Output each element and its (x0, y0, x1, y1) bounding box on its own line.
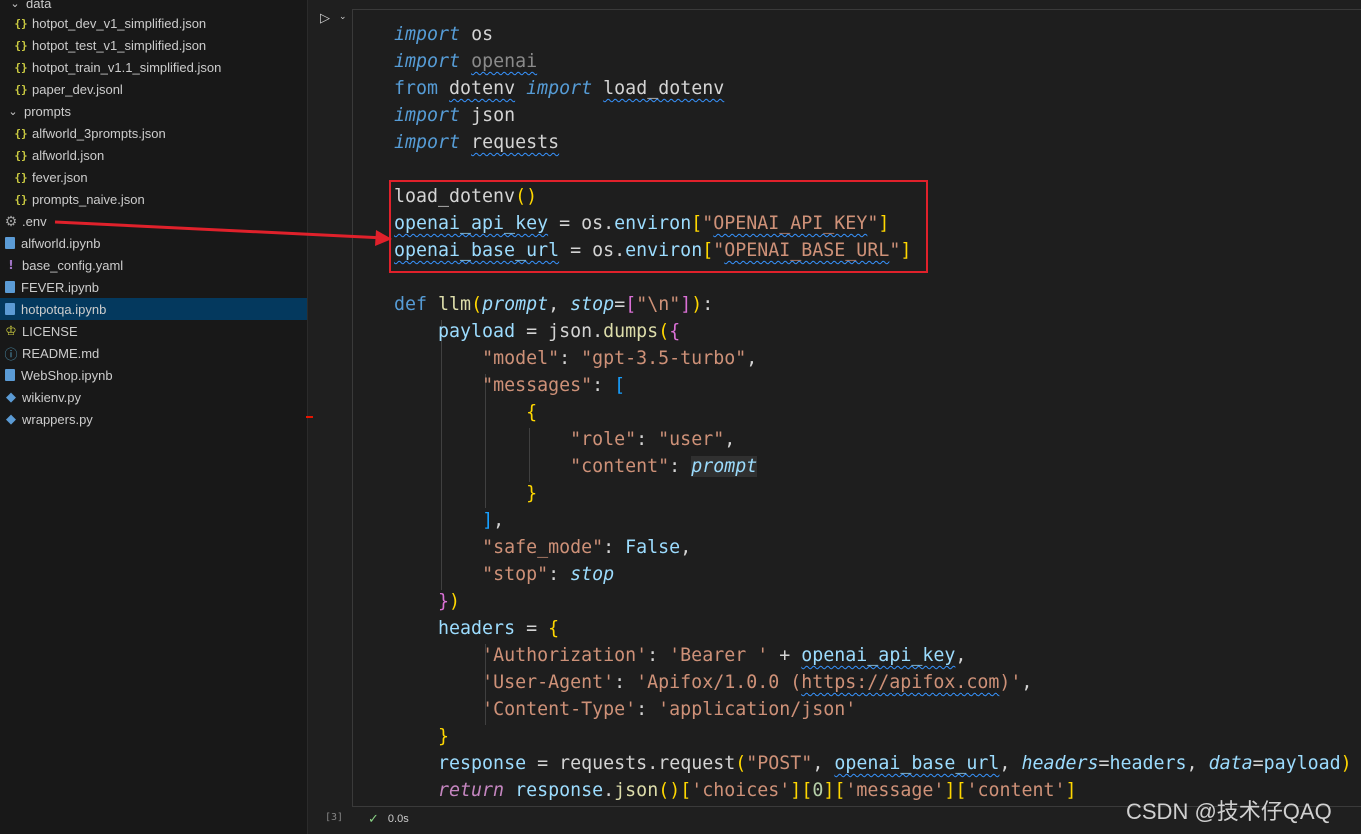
cell-execution-status: ✓ 0.0s (368, 811, 409, 827)
execution-duration: 0.0s (387, 813, 409, 825)
check-icon: ✓ (368, 811, 379, 826)
annotation-arrow (54, 220, 392, 246)
watermark: CSDN @技术仔QAQ (1126, 799, 1332, 824)
